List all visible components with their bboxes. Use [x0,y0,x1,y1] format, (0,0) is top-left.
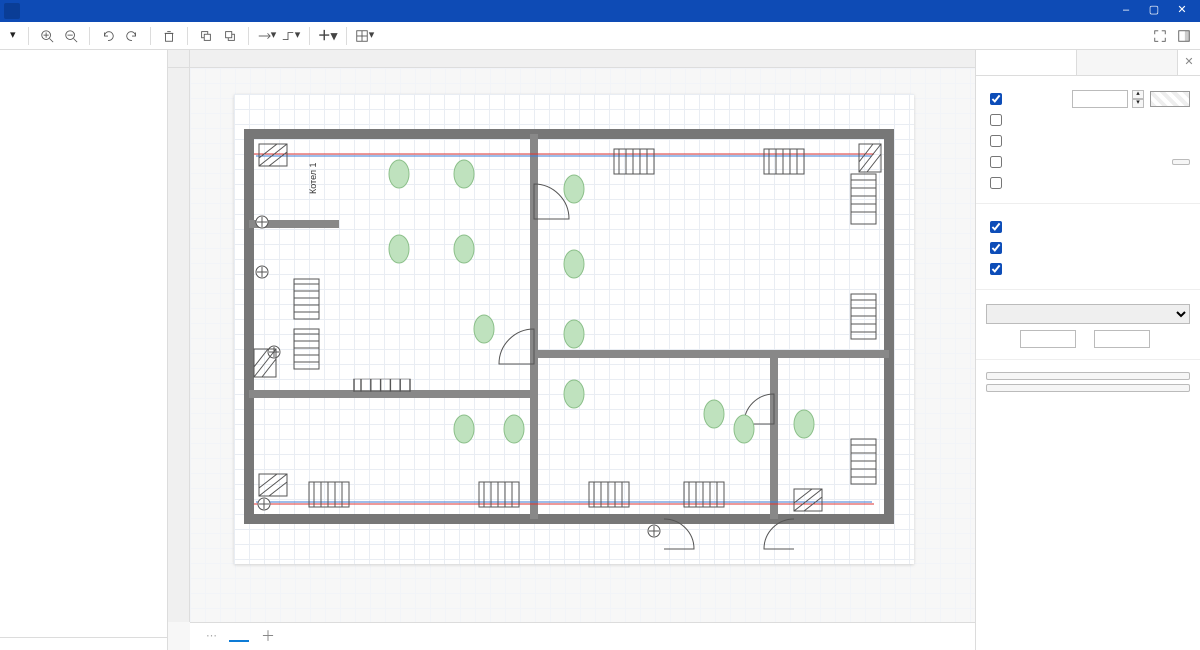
edit-background-button[interactable] [1172,159,1190,165]
format-panel-toggle-icon[interactable] [1174,26,1194,46]
toolbar: ▾ ▾ ▾ ＋▾ ▾ [0,22,1200,50]
undo-icon[interactable] [98,26,118,46]
drawing-page[interactable]: Котел 1 [234,94,914,564]
redo-icon[interactable] [122,26,142,46]
paper-width-input[interactable] [1020,330,1076,348]
grid-size-stepper[interactable]: ▴▾ [1132,90,1144,108]
format-tabs: ✕ [976,50,1200,76]
titlebar: – ▢ ✕ [0,0,1200,22]
floorplan-drawing: Котел 1 [234,94,914,564]
shapes-panel [0,50,168,650]
format-panel: ✕ ▴▾ [975,50,1200,650]
page-tab-1[interactable] [229,632,249,642]
paper-height-input[interactable] [1094,330,1150,348]
menu-file[interactable] [26,8,46,14]
grid-color-swatch[interactable] [1150,91,1190,107]
grid-size-input[interactable] [1072,90,1128,108]
section-view: ▴▾ [976,76,1200,204]
menu-help[interactable] [106,8,126,14]
to-back-icon[interactable] [220,26,240,46]
insert-icon[interactable]: ＋▾ [318,26,338,46]
edit-data-button[interactable] [986,372,1190,380]
maximize-button[interactable]: ▢ [1140,0,1168,22]
add-page-button[interactable]: ＋ [255,628,281,645]
zoom-in-icon[interactable] [37,26,57,46]
tab-style[interactable] [1077,50,1178,75]
minimize-button[interactable]: – [1112,0,1140,22]
room-label: Котел 1 [308,162,318,194]
menu-object[interactable] [86,8,106,14]
to-front-icon[interactable] [196,26,216,46]
canvas-viewport[interactable]: Котел 1 [190,68,975,622]
checkbox-conn-points[interactable] [986,239,1190,257]
checkbox-background[interactable] [986,153,1166,171]
checkbox-free-move[interactable] [986,111,1190,129]
menu-view[interactable] [66,8,86,14]
section-params [976,204,1200,290]
tab-scheme[interactable] [976,50,1077,75]
delete-icon[interactable] [159,26,179,46]
canvas-area: Котел 1 ⋯ ＋ [168,50,975,650]
add-shapes-button[interactable] [0,637,167,650]
menu-edit[interactable] [46,8,66,14]
zoom-out-icon[interactable] [61,26,81,46]
zoom-dropdown[interactable]: ▾ [6,27,20,44]
checkbox-shadow[interactable] [986,174,1190,192]
ruler-corner [168,50,190,68]
section-paper [976,290,1200,360]
ruler-horizontal [190,50,975,68]
section-actions [976,360,1200,404]
ruler-vertical [168,68,190,622]
paper-preset-select[interactable] [986,304,1190,324]
window-controls: – ▢ ✕ [1112,0,1196,22]
line-style-icon[interactable]: ▾ [257,26,277,46]
checkbox-page-view[interactable] [986,132,1190,150]
page-tabs: ⋯ ＋ [190,622,975,650]
app-icon [4,3,20,19]
waypoint-style-icon[interactable]: ▾ [281,26,301,46]
checkbox-conn-arrows[interactable] [986,218,1190,236]
clear-style-button[interactable] [986,384,1190,392]
pages-menu-icon[interactable]: ⋯ [200,630,223,643]
close-format-panel-icon[interactable]: ✕ [1178,50,1200,75]
checkbox-guides[interactable] [986,260,1190,278]
checkbox-grid[interactable] [986,90,1066,108]
close-button[interactable]: ✕ [1168,0,1196,22]
checkbox-grid-input[interactable] [990,93,1002,105]
main-area: Котел 1 ⋯ ＋ ✕ ▴▾ [0,50,1200,650]
table-icon[interactable]: ▾ [355,26,375,46]
main-menu [26,8,126,14]
fullscreen-icon[interactable] [1150,26,1170,46]
